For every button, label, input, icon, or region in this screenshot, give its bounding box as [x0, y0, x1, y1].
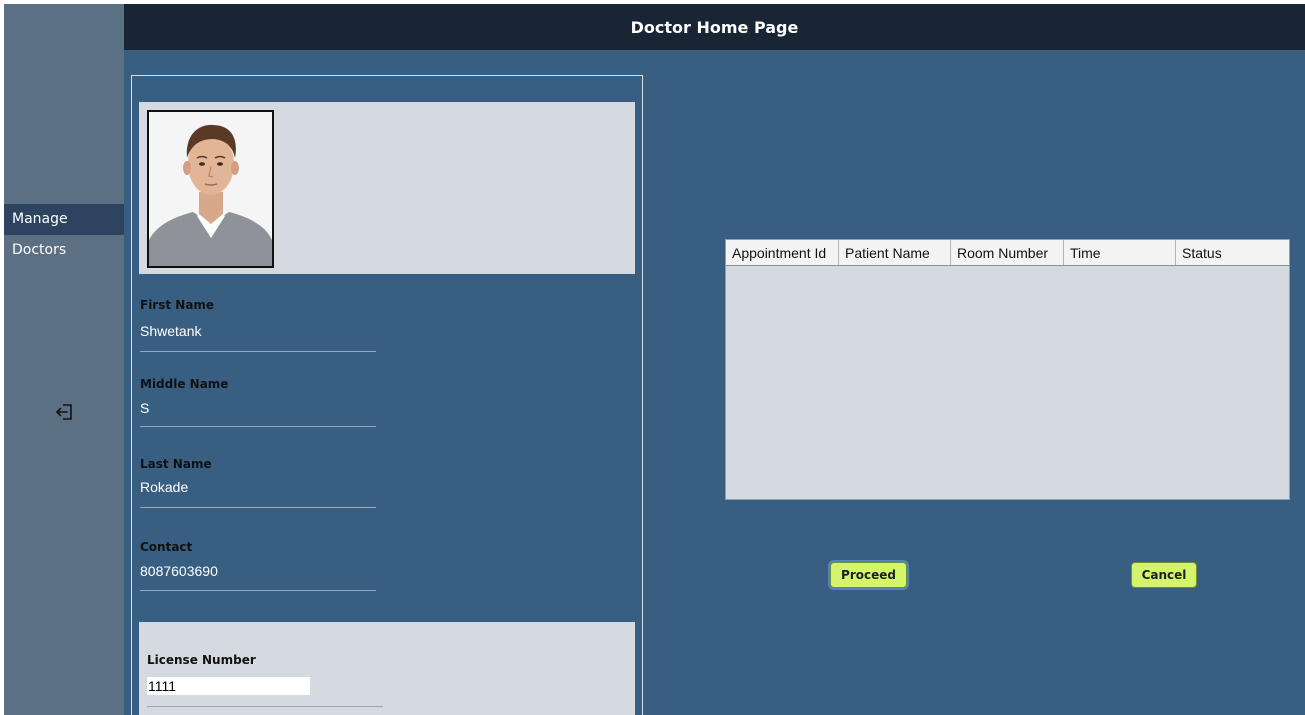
- license-number-label: License Number: [147, 653, 256, 667]
- doctor-profile-panel: First Name Shwetank Middle Name S Last N…: [131, 75, 643, 715]
- cancel-button[interactable]: Cancel: [1131, 562, 1197, 588]
- header-bar: Doctor Home Page: [124, 4, 1305, 50]
- doctor-home-window: Manage Doctors Doctor Home Page First Na…: [0, 0, 1305, 715]
- column-header-status[interactable]: Status: [1176, 240, 1289, 265]
- column-header-patient-name[interactable]: Patient Name: [839, 240, 951, 265]
- middle-name-label: Middle Name: [140, 377, 229, 391]
- table-header-row: Appointment Id Patient Name Room Number …: [726, 240, 1289, 266]
- sidebar-item-manage-doctors[interactable]: Manage Doctors: [4, 204, 124, 258]
- first-name-label: First Name: [140, 298, 215, 312]
- contact-underline: [140, 590, 376, 591]
- sidebar: Manage Doctors: [4, 4, 124, 715]
- column-header-time[interactable]: Time: [1064, 240, 1176, 265]
- doctor-photo: [147, 110, 274, 268]
- contact-label: Contact: [140, 540, 193, 554]
- last-name-label: Last Name: [140, 457, 212, 471]
- first-name-underline: [140, 351, 376, 352]
- last-name-underline: [140, 507, 376, 508]
- first-name-value[interactable]: Shwetank: [140, 323, 201, 339]
- column-header-appointment-id[interactable]: Appointment Id: [726, 240, 839, 265]
- column-header-room-number[interactable]: Room Number: [951, 240, 1064, 265]
- middle-name-underline: [140, 426, 376, 427]
- contact-value[interactable]: 8087603690: [140, 563, 218, 579]
- last-name-value[interactable]: Rokade: [140, 479, 188, 495]
- appointments-table[interactable]: Appointment Id Patient Name Room Number …: [725, 239, 1290, 500]
- license-number-underline: [147, 706, 383, 707]
- license-section: License Number: [139, 622, 635, 715]
- photo-strip: [139, 102, 635, 274]
- logout-icon[interactable]: [54, 401, 76, 423]
- proceed-button[interactable]: Proceed: [830, 562, 907, 588]
- main-panel: First Name Shwetank Middle Name S Last N…: [124, 50, 1305, 715]
- page-title: Doctor Home Page: [630, 18, 799, 37]
- license-number-field[interactable]: [147, 677, 310, 695]
- middle-name-value[interactable]: S: [140, 400, 149, 416]
